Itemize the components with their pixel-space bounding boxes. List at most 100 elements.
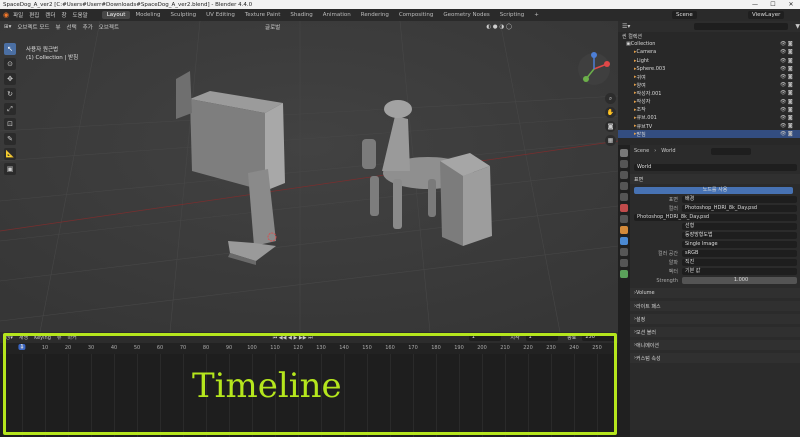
outliner-item[interactable]: ▸ 양여 👁 ◙ xyxy=(618,81,800,89)
visibility-icon[interactable]: 👁 ◙ xyxy=(780,41,800,47)
use-nodes-button[interactable]: 노드를 사용 xyxy=(634,187,793,194)
tab-uv-editing[interactable]: UV Editing xyxy=(201,11,240,19)
menu-file[interactable]: 파일 xyxy=(13,11,23,19)
3d-viewport[interactable]: ⊞▾ 오브젝트 모드 뷰 선택 추가 오브젝트 글로벌 ◐ ● ◑ ◯ ↖ ⊙ … xyxy=(0,21,618,332)
close-button[interactable]: ✕ xyxy=(782,1,800,8)
colorspace-dropdown[interactable]: sRGB xyxy=(682,250,797,257)
render-tab-icon[interactable] xyxy=(620,160,628,168)
panel-header[interactable]: › 애니메이션 xyxy=(630,340,800,350)
outliner-item[interactable]: ▸ Camera 👁 ◙ xyxy=(618,48,800,56)
view-menu[interactable]: 뷰 xyxy=(55,23,60,31)
select-tool-icon[interactable]: ↖ xyxy=(4,43,16,55)
visibility-icon[interactable]: 👁 ◙ xyxy=(780,49,800,55)
scene-collection-row[interactable]: 씬 컬렉션 xyxy=(618,32,800,40)
outliner-item[interactable]: ▸ 작성자.001 👁 ◙ xyxy=(618,89,800,97)
object-tab-icon[interactable] xyxy=(620,226,628,234)
shading-buttons[interactable]: ◐ ● ◑ ◯ xyxy=(486,24,512,30)
modifier-tab-icon[interactable] xyxy=(620,237,628,245)
viewlayer-selector[interactable]: ViewLayer xyxy=(748,11,785,19)
visibility-icon[interactable]: 👁 ◙ xyxy=(780,131,800,137)
menu-edit[interactable]: 편집 xyxy=(29,11,39,19)
menu-window[interactable]: 창 xyxy=(61,11,66,19)
outliner-item[interactable]: ▸ 받침 👁 ◙ xyxy=(618,130,800,139)
pan-hand-icon[interactable]: ✋ xyxy=(605,107,616,118)
visibility-icon[interactable]: 👁 ◙ xyxy=(780,123,800,129)
outliner-item[interactable]: ▸ 작성자 👁 ◙ xyxy=(618,98,800,106)
tab-texture-paint[interactable]: Texture Paint xyxy=(240,11,286,19)
rotate-tool-icon[interactable]: ↻ xyxy=(4,88,16,100)
add-cube-tool-icon[interactable]: ▣ xyxy=(4,163,16,175)
maximize-button[interactable]: ☐ xyxy=(764,1,782,8)
outliner-item[interactable]: ▸ 조작 👁 ◙ xyxy=(618,106,800,114)
tab-shading[interactable]: Shading xyxy=(285,11,317,19)
navigation-gizmo[interactable] xyxy=(576,51,612,87)
panel-header[interactable]: › 설정 xyxy=(630,314,800,324)
menu-help[interactable]: 도움말 xyxy=(73,11,88,19)
cursor-tool-icon[interactable]: ⊙ xyxy=(4,58,16,70)
panel-header[interactable]: › 라이트 패스 xyxy=(630,301,800,311)
panel-header[interactable]: › 커스텀 속성 xyxy=(630,353,800,363)
panel-header[interactable]: › Volume xyxy=(630,288,800,298)
vector-field[interactable]: 기본 값 xyxy=(682,268,797,275)
outliner-search-input[interactable] xyxy=(694,23,789,30)
camera-view-icon[interactable]: ◙ xyxy=(605,121,616,132)
zoom-icon[interactable]: ⌕ xyxy=(605,93,616,104)
object-mode-dropdown[interactable]: 오브젝트 모드 xyxy=(17,23,49,31)
output-tab-icon[interactable] xyxy=(620,171,628,179)
add-workspace-button[interactable]: + xyxy=(529,11,544,19)
image-name-field[interactable]: Photoshop_HDRI_8k_Day.psd xyxy=(634,214,797,221)
visibility-icon[interactable]: 👁 ◙ xyxy=(780,74,800,80)
outliner-item[interactable]: ▣ Collection 👁 ◙ xyxy=(618,40,800,48)
object-menu[interactable]: 오브젝트 xyxy=(99,23,119,31)
select-menu[interactable]: 선택 xyxy=(67,23,77,31)
tab-rendering[interactable]: Rendering xyxy=(356,11,394,19)
tab-layout[interactable]: Layout xyxy=(101,11,131,19)
visibility-icon[interactable]: 👁 ◙ xyxy=(780,82,800,88)
minimize-button[interactable]: — xyxy=(746,1,764,8)
strength-slider[interactable]: 1.000 xyxy=(682,277,797,284)
visibility-icon[interactable]: 👁 ◙ xyxy=(780,66,800,72)
outliner-type-icon[interactable]: ☰▾ xyxy=(622,23,630,30)
transform-tool-icon[interactable]: ⊡ xyxy=(4,118,16,130)
world-selector[interactable]: World xyxy=(630,163,800,172)
outliner-item[interactable]: ▸ 큐브TV 👁 ◙ xyxy=(618,122,800,130)
outliner-item[interactable]: ▸ 귀여 👁 ◙ xyxy=(618,73,800,81)
tab-animation[interactable]: Animation xyxy=(318,11,356,19)
tab-sculpting[interactable]: Sculpting xyxy=(165,11,201,19)
visibility-icon[interactable]: 👁 ◙ xyxy=(780,90,800,96)
editor-type-icon[interactable]: ⊞▾ xyxy=(4,24,11,30)
scene-tab-icon[interactable] xyxy=(620,193,628,201)
panel-header[interactable]: › 모션 블러 xyxy=(630,327,800,337)
tab-geometry-nodes[interactable]: Geometry Nodes xyxy=(438,11,494,19)
outliner-item[interactable]: ▸ Light 👁 ◙ xyxy=(618,57,800,65)
visibility-icon[interactable]: 👁 ◙ xyxy=(780,99,800,105)
tab-compositing[interactable]: Compositing xyxy=(394,11,438,19)
physics-tab-icon[interactable] xyxy=(620,259,628,267)
color-field[interactable]: Photoshop_HDRI_8k_Day.psd xyxy=(682,205,797,212)
filter-icon[interactable]: ▼ xyxy=(795,23,800,30)
particles-tab-icon[interactable] xyxy=(620,248,628,256)
properties-search-input[interactable] xyxy=(710,147,751,155)
tab-scripting[interactable]: Scripting xyxy=(495,11,529,19)
scene-selector[interactable]: Scene xyxy=(672,11,697,19)
outliner-item[interactable]: ▸ Sphere.003 👁 ◙ xyxy=(618,65,800,73)
menu-render[interactable]: 렌더 xyxy=(45,11,55,19)
visibility-icon[interactable]: 👁 ◙ xyxy=(780,107,800,113)
alpha-dropdown[interactable]: 직진 xyxy=(682,259,797,266)
data-tab-icon[interactable] xyxy=(620,270,628,278)
source-dropdown[interactable]: Single Image xyxy=(682,241,797,248)
scale-tool-icon[interactable]: ⤢ xyxy=(4,103,16,115)
surface-field[interactable]: 배경 xyxy=(682,196,797,203)
orientation-dropdown[interactable]: 글로벌 xyxy=(265,23,280,31)
visibility-icon[interactable]: 👁 ◙ xyxy=(780,58,800,64)
annotate-tool-icon[interactable]: ✎ xyxy=(4,133,16,145)
view-layer-tab-icon[interactable] xyxy=(620,182,628,190)
world-name-field[interactable]: World xyxy=(634,164,797,171)
outliner-item[interactable]: ▸ 큐브.001 👁 ◙ xyxy=(618,114,800,122)
perspective-toggle-icon[interactable]: ▦ xyxy=(605,135,616,146)
move-tool-icon[interactable]: ✥ xyxy=(4,73,16,85)
surface-panel-header[interactable]: 표면 xyxy=(630,174,800,184)
collection-tab-icon[interactable] xyxy=(620,215,628,223)
add-menu[interactable]: 추가 xyxy=(83,23,93,31)
tab-modeling[interactable]: Modeling xyxy=(130,11,165,19)
